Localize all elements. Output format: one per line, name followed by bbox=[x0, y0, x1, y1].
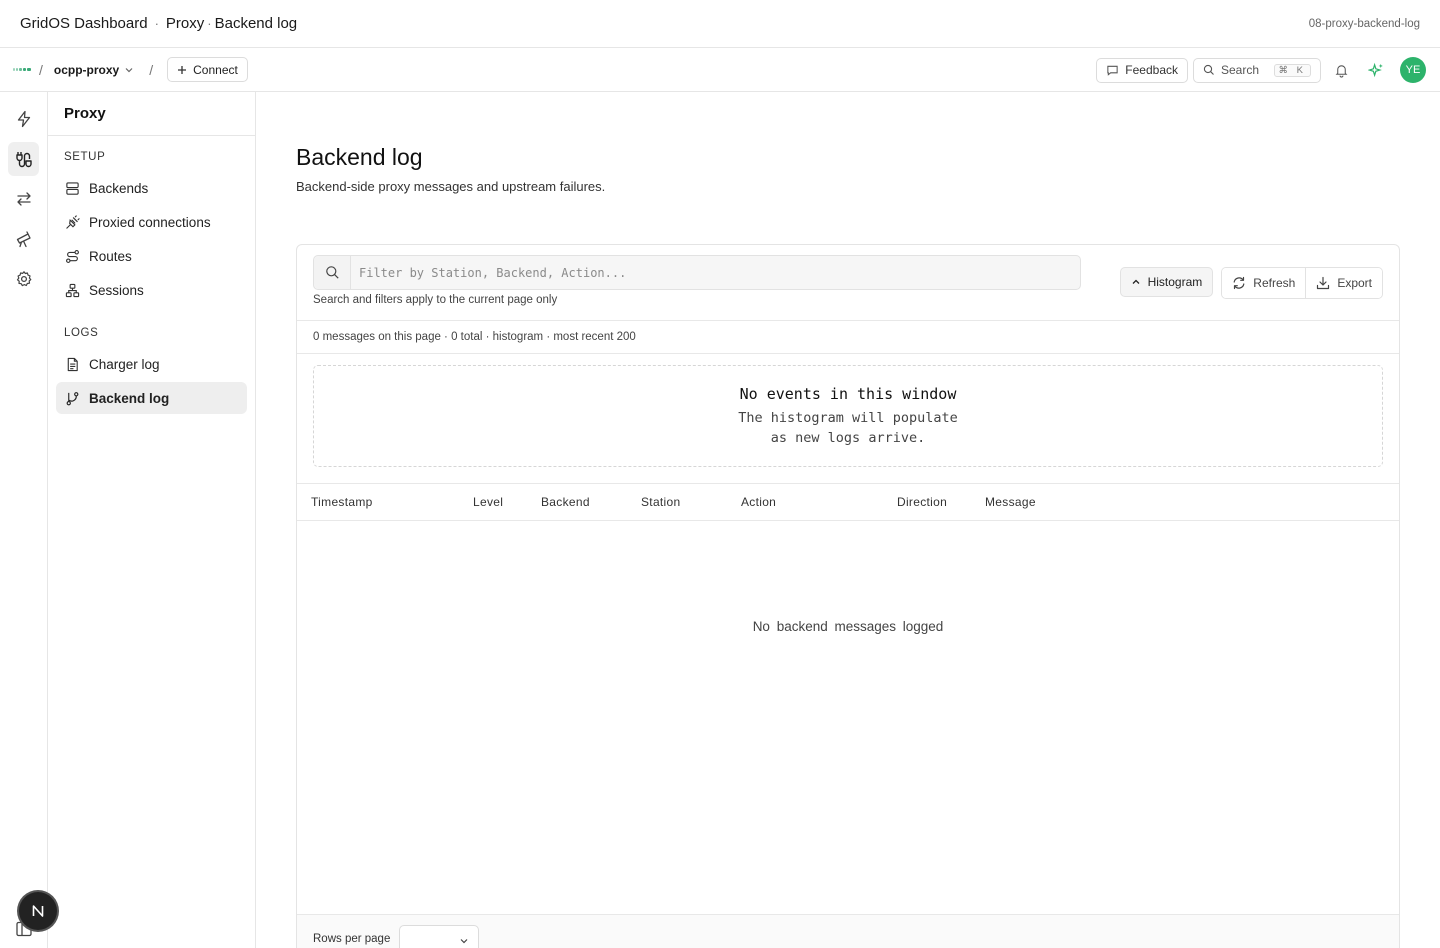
search-icon bbox=[314, 256, 351, 289]
sidebar-item-proxied-connections[interactable]: Proxied connections bbox=[56, 206, 247, 238]
gear-icon bbox=[16, 271, 31, 287]
page-id: 08-proxy-backend-log bbox=[1308, 17, 1420, 30]
page-subtitle: Backend-side proxy messages and upstream… bbox=[296, 179, 606, 194]
export-button[interactable]: Export bbox=[1305, 268, 1382, 298]
filter-field[interactable] bbox=[313, 255, 1081, 290]
refresh-label: Refresh bbox=[1253, 276, 1296, 290]
search-icon bbox=[1203, 64, 1214, 75]
table-header: Timestamp Level Backend Station Action D… bbox=[297, 483, 1399, 521]
connect-button[interactable]: Connect bbox=[167, 57, 248, 82]
title-section: Proxy bbox=[165, 15, 205, 32]
column-header-timestamp[interactable]: Timestamp bbox=[311, 495, 373, 509]
histogram-empty-state: No events in this window The histogram w… bbox=[313, 365, 1383, 467]
export-label: Export bbox=[1337, 276, 1372, 290]
sidebar-item-routes[interactable]: Routes bbox=[56, 240, 247, 272]
sidebar-item-sessions[interactable]: Sessions bbox=[56, 274, 247, 306]
histogram-empty-line: as new logs arrive. bbox=[770, 430, 926, 446]
filter-note: Search and filters apply to the current … bbox=[313, 294, 558, 306]
sidebar-item-label: Backends bbox=[89, 180, 149, 196]
column-header-backend[interactable]: Backend bbox=[541, 495, 590, 509]
column-header-direction[interactable]: Direction bbox=[897, 495, 947, 509]
rows-per-page-select[interactable] bbox=[399, 925, 479, 948]
search-shortcut: ⌘ K bbox=[1273, 63, 1311, 77]
sidebar-item-label: Proxied connections bbox=[89, 214, 211, 230]
histogram-toggle-button[interactable]: Histogram bbox=[1119, 267, 1214, 297]
sidebar-item-backend-log[interactable]: Backend log bbox=[56, 382, 247, 414]
search-label: Search bbox=[1221, 63, 1260, 77]
sidebar-item-label: Routes bbox=[89, 248, 132, 264]
column-header-station[interactable]: Station bbox=[641, 495, 680, 509]
feedback-button[interactable]: Feedback bbox=[1096, 57, 1188, 83]
sidebar-section-logs: LOGS bbox=[64, 327, 99, 339]
sidebar-item-charger-log[interactable]: Charger log bbox=[56, 348, 247, 380]
telescope-icon bbox=[16, 231, 31, 248]
chevron-down-icon bbox=[125, 67, 133, 72]
histogram-empty-title: No events in this window bbox=[739, 385, 957, 403]
title-separator: · bbox=[207, 16, 212, 31]
histogram-empty-line: The histogram will populate bbox=[738, 410, 958, 426]
title-bar: GridOS Dashboard · Proxy · Backend log 0… bbox=[0, 0, 1440, 48]
search-button[interactable]: Search ⌘ K bbox=[1193, 57, 1321, 83]
download-icon bbox=[1317, 276, 1330, 290]
logo-icon[interactable] bbox=[13, 68, 31, 71]
sidebar-title: Proxy bbox=[48, 92, 255, 136]
connect-label: Connect bbox=[193, 62, 238, 77]
network-icon bbox=[65, 283, 80, 297]
notifications-button[interactable] bbox=[1326, 56, 1356, 84]
rail-item-proxy[interactable] bbox=[8, 142, 39, 176]
arrow-left-right-icon bbox=[16, 192, 31, 206]
histogram-label: Histogram bbox=[1147, 275, 1203, 289]
refresh-icon bbox=[1233, 276, 1245, 290]
rows-per-page-label: Rows per page bbox=[313, 933, 391, 945]
cable-icon bbox=[16, 151, 32, 167]
filter-input[interactable] bbox=[351, 256, 1080, 289]
main-content: Backend log Backend-side proxy messages … bbox=[256, 92, 1440, 948]
breadcrumb-separator: / bbox=[39, 61, 43, 78]
project-name: ocpp-proxy bbox=[53, 62, 120, 77]
title-separator: · bbox=[154, 16, 159, 31]
bell-icon bbox=[1335, 64, 1347, 78]
table-empty-state: No backend messages logged bbox=[752, 619, 944, 634]
project-switcher[interactable]: ocpp-proxy bbox=[54, 63, 134, 77]
icon-rail bbox=[0, 92, 48, 948]
sidebar-section-setup: SETUP bbox=[64, 151, 106, 163]
message-square-icon bbox=[1107, 65, 1118, 76]
file-text-icon bbox=[67, 357, 78, 371]
ai-assistant-button[interactable] bbox=[1361, 56, 1391, 84]
sidebar-item-label: Charger log bbox=[89, 356, 160, 372]
refresh-button[interactable]: Refresh bbox=[1222, 268, 1306, 298]
sidebar-item-label: Backend log bbox=[89, 390, 170, 406]
table-footer: Rows per page bbox=[297, 914, 1399, 948]
sparkles-icon bbox=[1367, 62, 1383, 77]
log-summary: 0 messages on this page · 0 total · hist… bbox=[297, 320, 1399, 354]
breadcrumb-separator: / bbox=[149, 61, 154, 78]
title-page: Backend log bbox=[214, 15, 298, 32]
sidebar-item-backends[interactable]: Backends bbox=[56, 172, 247, 204]
server-stack-icon bbox=[66, 181, 79, 195]
route-icon bbox=[66, 249, 79, 263]
chevron-up-icon bbox=[1132, 279, 1140, 284]
rail-item-settings[interactable] bbox=[8, 262, 39, 296]
page-title: Backend log bbox=[296, 144, 423, 170]
avatar[interactable]: YE bbox=[1400, 57, 1426, 83]
column-header-level[interactable]: Level bbox=[473, 495, 503, 509]
app-title: GridOS Dashboard bbox=[20, 15, 148, 32]
chevron-down-icon bbox=[460, 939, 468, 944]
n-logo-icon bbox=[32, 905, 44, 917]
column-header-message[interactable]: Message bbox=[985, 495, 1036, 509]
plug-icon bbox=[66, 214, 80, 229]
rail-item-campaigns[interactable] bbox=[8, 222, 39, 256]
column-header-action[interactable]: Action bbox=[741, 495, 776, 509]
sidebar: Proxy SETUP Backends Proxied connections… bbox=[48, 92, 256, 948]
top-nav: / ocpp-proxy / Connect Feedback Search ⌘… bbox=[0, 48, 1440, 92]
feedback-label: Feedback bbox=[1125, 63, 1178, 77]
rail-item-transfers[interactable] bbox=[8, 182, 39, 216]
log-panel: Search and filters apply to the current … bbox=[296, 244, 1400, 948]
plus-icon bbox=[178, 65, 187, 74]
zap-icon bbox=[17, 110, 30, 128]
rail-item-energy[interactable] bbox=[8, 102, 39, 136]
git-branch-icon bbox=[66, 391, 79, 405]
sidebar-item-label: Sessions bbox=[89, 282, 144, 298]
